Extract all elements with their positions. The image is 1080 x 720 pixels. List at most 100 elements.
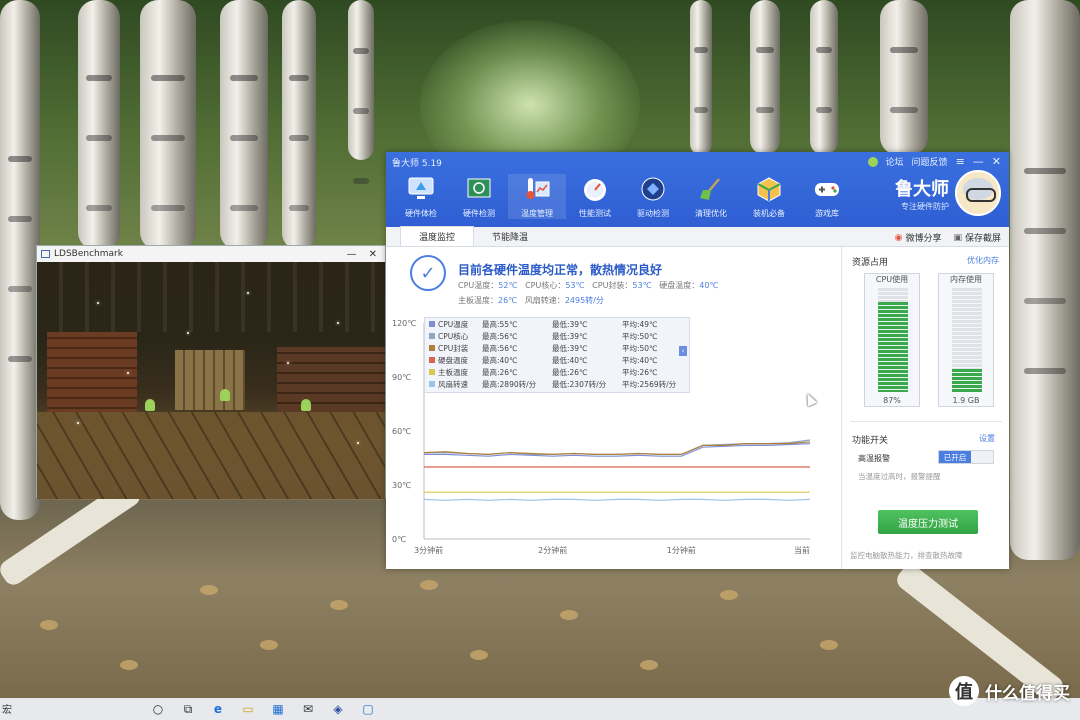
legend-series-name: 风扇转速 [438, 379, 468, 389]
legend-swatch [429, 321, 435, 327]
cortana-circle-icon[interactable]: ○ [150, 701, 166, 717]
toggle-state: 已开启 [939, 451, 971, 463]
nav-driver[interactable]: 驱动检测 [624, 174, 682, 219]
nav-cleanup[interactable]: 清理优化 [682, 174, 740, 219]
tab-temperature-monitor[interactable]: 温度监控 [400, 226, 475, 246]
menu-button[interactable]: ≡ [956, 155, 965, 168]
reading-label: CPU封装： [592, 281, 633, 290]
settings-link[interactable]: 设置 [979, 433, 995, 444]
feedback-link[interactable]: 问题反馈 [912, 155, 948, 168]
driver-icon [638, 174, 668, 204]
store-icon[interactable]: ▦ [270, 701, 286, 717]
legend-row-cpu-temp: CPU温度 最高:55℃ 最低:39℃ 平均:49℃ [425, 318, 689, 330]
legend-min: 最低:26℃ [552, 367, 588, 377]
close-button[interactable]: ✕ [992, 155, 1001, 168]
series-line-5 [423, 498, 811, 501]
brand-block: 鲁大师 专注硬件防护 [895, 170, 1001, 216]
save-screenshot-label: 保存截屏 [964, 234, 1001, 244]
reading-label: 风扇转速： [524, 296, 565, 305]
minimize-button[interactable]: — [347, 249, 357, 260]
status-readings-row-1: CPU温度：52℃ CPU核心：53℃ CPU封装：53℃ 硬盘温度：40℃ [458, 280, 718, 291]
nav-hardware-checkup[interactable]: 硬件体检 [392, 174, 450, 219]
broom-icon [696, 174, 726, 204]
nav-performance[interactable]: 性能测试 [566, 174, 624, 219]
tabs-bar: 温度监控 节能降温 ◉ 微博分享 ▣ 保存截屏 [386, 226, 1009, 247]
memory-usage-label: 内存使用 [950, 275, 982, 284]
legend-min: 最低:2307转/分 [552, 379, 607, 389]
edge-browser-icon[interactable]: e [210, 701, 226, 717]
nav-essentials[interactable]: 装机必备 [740, 174, 798, 219]
legend-series-name: CPU温度 [438, 319, 469, 329]
reading-value: 53℃ [632, 281, 652, 290]
ldsbenchmark-titlebar[interactable]: LDSBenchmark — ✕ [37, 246, 385, 262]
brand-name: 鲁大师 [895, 178, 949, 200]
android-robot-figure [301, 399, 311, 411]
x-tick-label: 3分钟前 [414, 545, 443, 555]
optimize-memory-link[interactable]: 优化内存 [967, 255, 999, 266]
forum-icon[interactable] [867, 156, 878, 167]
check-circle-icon: ✓ [410, 255, 446, 291]
legend-min: 最低:39℃ [552, 331, 588, 341]
close-button[interactable]: ✕ [369, 249, 377, 260]
ludashi-title: 鲁大师 5.19 [392, 159, 442, 169]
taskbar-left-text: 宏 [2, 705, 12, 716]
legend-series-name: 主板温度 [438, 367, 468, 377]
file-explorer-icon[interactable]: ▭ [240, 701, 256, 717]
legend-avg: 平均:49℃ [622, 319, 658, 329]
reading-label: CPU核心： [525, 281, 566, 290]
reading-value: 40℃ [699, 281, 719, 290]
reading-value: 26℃ [498, 296, 518, 305]
reading-value: 2495转/分 [564, 296, 604, 305]
camera-icon: ▣ [953, 232, 962, 243]
android-robot-figure [220, 389, 230, 401]
monitor-icon[interactable]: ▢ [360, 701, 376, 717]
legend-max: 最高:55℃ [482, 319, 518, 329]
y-tick-label: 0℃ [392, 535, 406, 544]
legend-swatch [429, 357, 435, 363]
legend-avg: 平均:50℃ [622, 331, 658, 341]
legend-swatch [429, 369, 435, 375]
reading-label: 硬盘温度： [659, 281, 700, 290]
legend-min: 最低:39℃ [552, 343, 588, 353]
save-screenshot-button[interactable]: ▣ 保存截屏 [953, 231, 1001, 245]
nav-temperature[interactable]: 温度管理 [508, 174, 566, 219]
forum-link[interactable]: 论坛 [886, 155, 904, 168]
nav-game-library[interactable]: 游戏库 [798, 174, 856, 219]
nav-label: 硬件体检 [405, 209, 437, 218]
x-tick-label: 1分钟前 [667, 545, 696, 555]
y-tick-label: 30℃ [392, 481, 411, 490]
tab-energy-cooling[interactable]: 节能降温 [474, 227, 546, 246]
legend-series-name: CPU封装 [438, 343, 469, 353]
legend-avg: 平均:26℃ [622, 367, 658, 377]
legend-row-board-temp: 主板温度 最高:26℃ 最低:26℃ 平均:26℃ [425, 366, 689, 378]
cpu-usage-fill [878, 301, 908, 392]
ludashi-header: 鲁大师 5.19 论坛 问题反馈 ≡ — ✕ 硬件体检 硬件检测 温度管理 性能… [386, 152, 1009, 227]
weibo-share-button[interactable]: ◉ 微博分享 [895, 231, 942, 245]
high-temp-alarm-toggle[interactable]: 已开启 [938, 450, 994, 464]
mail-icon[interactable]: ✉ [300, 701, 316, 717]
memory-usage-meter: 内存使用 1.9 GB [938, 273, 994, 407]
app-icon[interactable]: ◈ [330, 701, 346, 717]
x-tick-label: 2分钟前 [538, 545, 567, 555]
temperature-stress-test-button[interactable]: 温度压力测试 [878, 510, 978, 534]
nav-label: 驱动检测 [637, 209, 669, 218]
feature-switch-title: 功能开关 [852, 436, 889, 446]
alarm-note: 当温度过高时，报警提醒 [858, 472, 941, 481]
resource-usage-title: 资源占用 [852, 258, 889, 268]
cpu-usage-meter: CPU使用 87% [864, 273, 920, 407]
nav-label: 温度管理 [521, 209, 553, 218]
ldsbenchmark-window[interactable]: LDSBenchmark — ✕ [36, 245, 386, 499]
nav-label: 硬件检测 [463, 209, 495, 218]
temperature-icon [522, 174, 552, 204]
task-view-icon[interactable]: ⧉ [180, 701, 196, 717]
site-watermark: 值 什么值得买 [949, 676, 1070, 706]
ludashi-window[interactable]: 鲁大师 5.19 论坛 问题反馈 ≡ — ✕ 硬件体检 硬件检测 温度管理 性能… [386, 152, 1009, 569]
minimize-button[interactable]: — [973, 155, 984, 168]
brand-mascot-avatar[interactable] [955, 170, 1001, 216]
legend-swatch [429, 381, 435, 387]
memory-usage-value: 1.9 GB [952, 396, 980, 405]
legend-swatch [429, 333, 435, 339]
hardware-detect-icon [464, 174, 494, 204]
nav-hardware-detect[interactable]: 硬件检测 [450, 174, 508, 219]
legend-collapse-button[interactable]: ‹ [679, 346, 687, 356]
